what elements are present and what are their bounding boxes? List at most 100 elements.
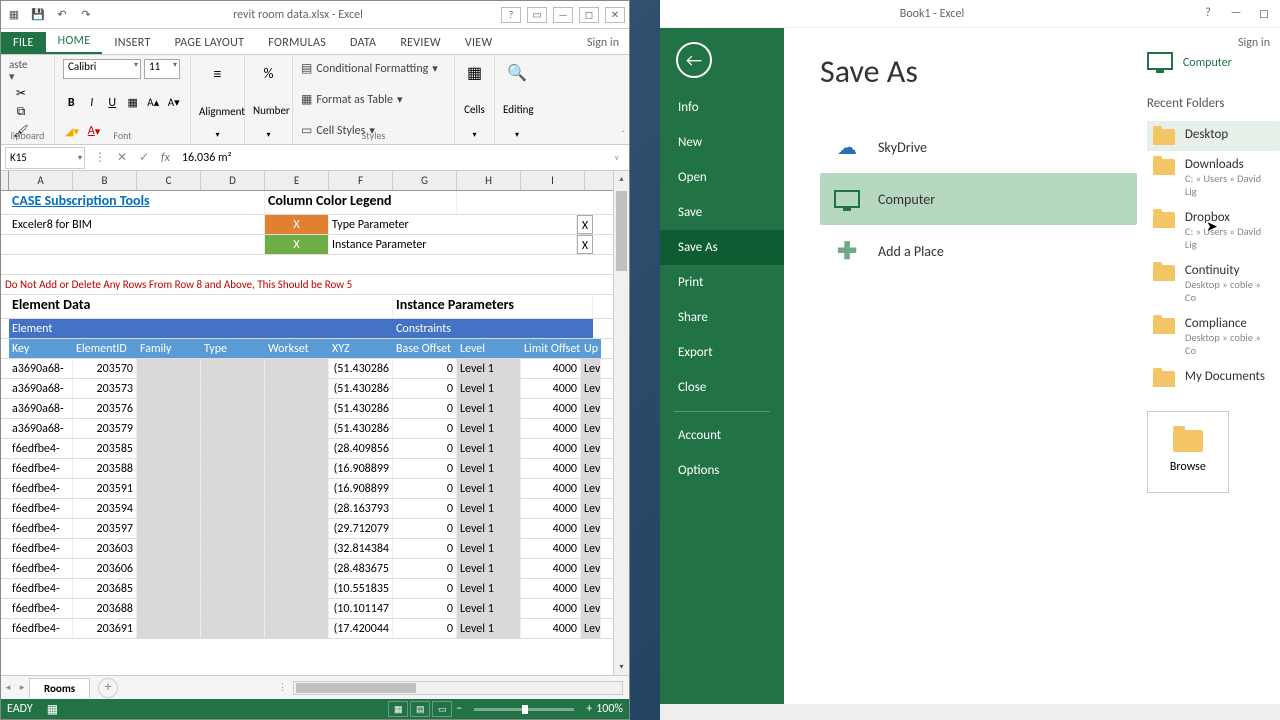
table-row[interactable]: a3690a68-203576(51.4302860Level 14000Lev: [1, 399, 613, 419]
nav-save[interactable]: Save: [660, 195, 784, 230]
tab-home[interactable]: HOME: [46, 30, 103, 54]
macro-icon[interactable]: ▦: [47, 702, 58, 717]
cancel-formula-icon[interactable]: ✕: [113, 149, 131, 167]
nav-share[interactable]: Share: [660, 300, 784, 335]
accept-formula-icon[interactable]: ✓: [135, 149, 153, 167]
location-add-place[interactable]: ✚ Add a Place: [820, 225, 1137, 277]
location-skydrive[interactable]: ☁ SkyDrive: [820, 121, 1137, 173]
ribbon-options-icon[interactable]: ▭: [527, 7, 547, 23]
tab-insert[interactable]: INSERT: [102, 32, 162, 54]
recent-folder[interactable]: ComplianceDesktop » cobie » Co: [1147, 310, 1280, 363]
copy-icon[interactable]: ⧉: [9, 103, 33, 121]
recent-folder[interactable]: My Documents: [1147, 363, 1280, 393]
case-tools-link[interactable]: CASE Subscription Tools: [9, 191, 265, 214]
formula-dropdown-icon[interactable]: ⋮: [91, 149, 109, 167]
zoom-out-button[interactable]: −: [452, 702, 466, 716]
table-row[interactable]: a3690a68-203573(51.4302860Level 14000Lev: [1, 379, 613, 399]
table-row[interactable]: f6edfbe4-203606(28.4836750Level 14000Lev: [1, 559, 613, 579]
page-layout-view-icon[interactable]: ▤: [410, 701, 430, 717]
minimize-icon[interactable]: —: [553, 7, 573, 23]
col-b[interactable]: B: [73, 171, 137, 190]
close-icon[interactable]: ✕: [605, 7, 625, 23]
table-row[interactable]: f6edfbe4-203688(10.1011470Level 14000Lev: [1, 599, 613, 619]
percent-icon[interactable]: %: [253, 65, 284, 82]
scroll-thumb[interactable]: [616, 191, 627, 271]
zoom-slider[interactable]: [474, 708, 574, 711]
fx-icon[interactable]: fx: [161, 151, 170, 165]
table-row[interactable]: f6edfbe4-203603(32.8143840Level 14000Lev: [1, 539, 613, 559]
maximize-icon[interactable]: ◻: [1254, 6, 1274, 21]
page-break-view-icon[interactable]: ▭: [432, 701, 452, 717]
spreadsheet-grid[interactable]: CASE Subscription Tools Column Color Leg…: [1, 191, 613, 639]
table-row[interactable]: a3690a68-203570(51.4302860Level 14000Lev: [1, 359, 613, 379]
conditional-formatting-button[interactable]: ▤Conditional Formatting ▾: [301, 59, 446, 78]
sign-in-link[interactable]: Sign in: [577, 32, 629, 54]
table-row[interactable]: f6edfbe4-203597(29.7120790Level 14000Lev: [1, 519, 613, 539]
tab-file[interactable]: FILE: [1, 32, 46, 54]
font-size-select[interactable]: 11: [144, 59, 180, 79]
nav-info[interactable]: Info: [660, 90, 784, 125]
shrink-font-icon[interactable]: A▾: [166, 94, 183, 112]
collapse-ribbon-icon[interactable]: ˆ: [621, 129, 625, 140]
tab-review[interactable]: REVIEW: [388, 32, 453, 54]
sheet-tab-rooms[interactable]: Rooms: [29, 678, 90, 698]
undo-icon[interactable]: ↶: [53, 6, 71, 24]
sign-in-link[interactable]: Sign in: [1238, 36, 1270, 50]
expand-formula-icon[interactable]: v: [615, 153, 629, 163]
nav-account[interactable]: Account: [660, 418, 784, 453]
table-row[interactable]: f6edfbe4-203585(28.4098560Level 14000Lev: [1, 439, 613, 459]
nav-close[interactable]: Close: [660, 370, 784, 405]
col-i[interactable]: I: [521, 171, 585, 190]
alignment-icon[interactable]: ≡: [199, 65, 236, 84]
table-row[interactable]: f6edfbe4-203591(16.9088990Level 14000Lev: [1, 479, 613, 499]
recent-folder[interactable]: DownloadsC: » Users » David Lig: [1147, 151, 1280, 204]
location-computer[interactable]: Computer: [820, 173, 1137, 225]
horizontal-scrollbar[interactable]: [293, 681, 623, 695]
nav-print[interactable]: Print: [660, 265, 784, 300]
col-f[interactable]: F: [329, 171, 393, 190]
col-g[interactable]: G: [393, 171, 457, 190]
grow-font-icon[interactable]: A▴: [145, 94, 162, 112]
tab-page-layout[interactable]: PAGE LAYOUT: [163, 32, 257, 54]
nav-new[interactable]: New: [660, 125, 784, 160]
back-button[interactable]: ←: [676, 42, 712, 78]
col-e[interactable]: E: [265, 171, 329, 190]
vertical-scrollbar[interactable]: ▴ ▾: [613, 171, 629, 675]
tab-formulas[interactable]: FORMULAS: [256, 32, 338, 54]
table-row[interactable]: f6edfbe4-203594(28.1637930Level 14000Lev: [1, 499, 613, 519]
bold-button[interactable]: B: [63, 94, 80, 112]
formula-input[interactable]: [176, 147, 615, 169]
zoom-in-button[interactable]: +: [582, 702, 596, 716]
nav-open[interactable]: Open: [660, 160, 784, 195]
help-icon[interactable]: ?: [1198, 6, 1218, 21]
table-row[interactable]: f6edfbe4-203588(16.9088990Level 14000Lev: [1, 459, 613, 479]
add-sheet-button[interactable]: +: [98, 678, 118, 698]
recent-folder[interactable]: ContinuityDesktop » cobie » Co: [1147, 257, 1280, 310]
tab-data[interactable]: DATA: [338, 32, 388, 54]
nav-options[interactable]: Options: [660, 453, 784, 488]
browse-button[interactable]: Browse: [1147, 411, 1229, 493]
underline-button[interactable]: U: [104, 94, 121, 112]
tab-view[interactable]: VIEW: [453, 32, 505, 54]
recent-folder[interactable]: Desktop: [1147, 121, 1280, 151]
col-c[interactable]: C: [137, 171, 201, 190]
table-row[interactable]: f6edfbe4-203685(10.5518350Level 14000Lev: [1, 579, 613, 599]
editing-icon[interactable]: 🔍: [503, 63, 531, 83]
help-icon[interactable]: ?: [501, 7, 521, 23]
normal-view-icon[interactable]: ▦: [388, 701, 408, 717]
format-as-table-button[interactable]: ▦Format as Table ▾: [301, 90, 446, 109]
table-row[interactable]: a3690a68-203579(51.4302860Level 14000Lev: [1, 419, 613, 439]
cells-icon[interactable]: ▦: [463, 63, 486, 83]
font-name-select[interactable]: Calibri: [63, 59, 141, 79]
excel-icon[interactable]: ▦: [5, 6, 23, 24]
scroll-up-icon[interactable]: ▴: [614, 171, 629, 187]
save-qat-icon[interactable]: 💾: [29, 6, 47, 24]
col-d[interactable]: D: [201, 171, 265, 190]
scroll-down-icon[interactable]: ▾: [614, 659, 629, 675]
minimize-icon[interactable]: —: [1226, 6, 1246, 21]
table-row[interactable]: f6edfbe4-203691(17.4200440Level 14000Lev: [1, 619, 613, 639]
redo-icon[interactable]: ↷: [77, 6, 95, 24]
zoom-level[interactable]: 100%: [596, 702, 623, 716]
cut-icon[interactable]: ✂: [9, 84, 33, 102]
border-button[interactable]: ▦: [125, 94, 142, 112]
